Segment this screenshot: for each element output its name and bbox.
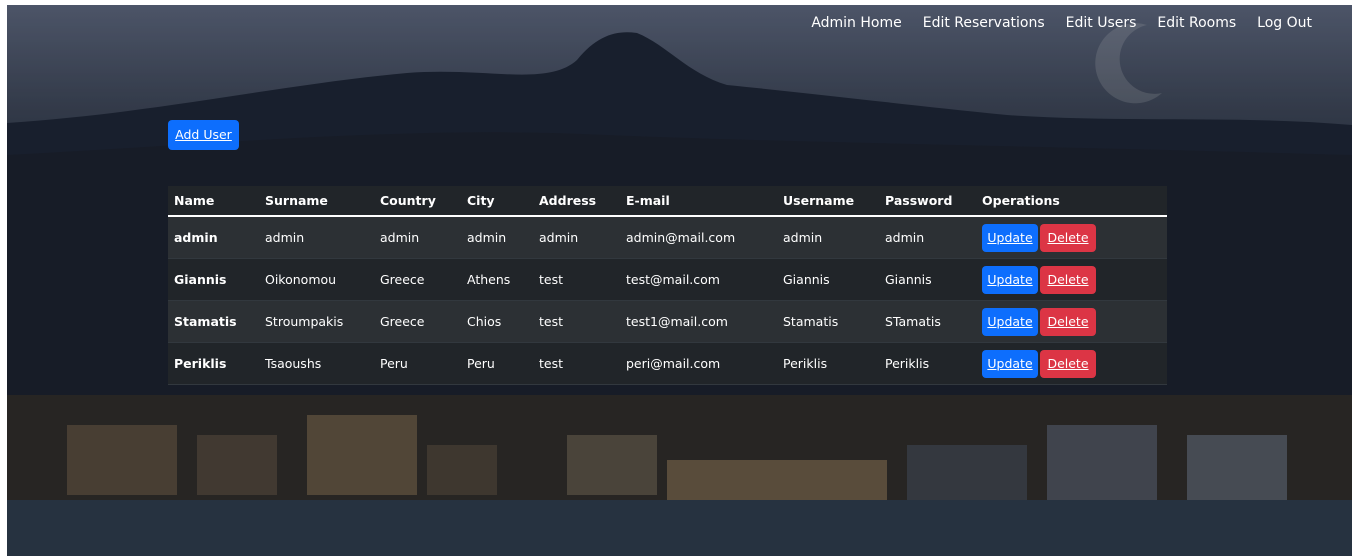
header-email: E-mail [620, 186, 777, 217]
cell-email: admin@mail.com [620, 216, 777, 259]
cell-name: admin [168, 216, 259, 259]
users-table: Name Surname Country City Address E-mail… [168, 186, 1167, 385]
cell-operations: Update Delete [976, 300, 1167, 343]
cell-surname: Tsaoushs [259, 342, 374, 385]
top-nav: Admin Home Edit Reservations Edit Users … [811, 14, 1312, 32]
header-operations: Operations [976, 186, 1167, 217]
cell-surname: Stroumpakis [259, 300, 374, 343]
delete-button[interactable]: Delete [1040, 349, 1096, 378]
nav-edit-users[interactable]: Edit Users [1066, 14, 1137, 32]
cell-city: Chios [461, 300, 533, 343]
cell-operations: Update Delete [976, 216, 1167, 259]
table-row: Giannis Oikonomou Greece Athens test tes… [168, 258, 1167, 301]
nav-log-out[interactable]: Log Out [1257, 14, 1312, 32]
cell-city: Athens [461, 258, 533, 301]
cell-email: test1@mail.com [620, 300, 777, 343]
header-password: Password [879, 186, 976, 217]
cell-address: admin [533, 216, 620, 259]
cell-name: Periklis [168, 342, 259, 385]
cell-password: Periklis [879, 342, 976, 385]
add-user-button[interactable]: Add User [168, 120, 239, 150]
cell-username: Giannis [777, 258, 879, 301]
cell-city: Peru [461, 342, 533, 385]
cell-country: Greece [374, 300, 461, 343]
table-row: Periklis Tsaoushs Peru Peru test peri@ma… [168, 342, 1167, 385]
cell-country: Peru [374, 342, 461, 385]
cell-name: Stamatis [168, 300, 259, 343]
update-button[interactable]: Update [982, 307, 1038, 336]
cell-password: STamatis [879, 300, 976, 343]
table-header-row: Name Surname Country City Address E-mail… [168, 186, 1167, 217]
cell-operations: Update Delete [976, 258, 1167, 301]
nav-admin-home[interactable]: Admin Home [811, 14, 901, 32]
cell-password: Giannis [879, 258, 976, 301]
header-address: Address [533, 186, 620, 217]
delete-button[interactable]: Delete [1040, 223, 1096, 252]
cell-surname: admin [259, 216, 374, 259]
cell-city: admin [461, 216, 533, 259]
header-surname: Surname [259, 186, 374, 217]
cell-password: admin [879, 216, 976, 259]
update-button[interactable]: Update [982, 223, 1038, 252]
header-country: Country [374, 186, 461, 217]
delete-button[interactable]: Delete [1040, 307, 1096, 336]
cell-name: Giannis [168, 258, 259, 301]
cell-country: admin [374, 216, 461, 259]
header-username: Username [777, 186, 879, 217]
header-city: City [461, 186, 533, 217]
nav-edit-reservations[interactable]: Edit Reservations [923, 14, 1045, 32]
cell-operations: Update Delete [976, 342, 1167, 385]
table-row: admin admin admin admin admin admin@mail… [168, 216, 1167, 259]
nav-edit-rooms[interactable]: Edit Rooms [1157, 14, 1236, 32]
update-button[interactable]: Update [982, 265, 1038, 294]
cell-email: peri@mail.com [620, 342, 777, 385]
cell-username: admin [777, 216, 879, 259]
table-row: Stamatis Stroumpakis Greece Chios test t… [168, 300, 1167, 343]
delete-button[interactable]: Delete [1040, 265, 1096, 294]
cell-username: Stamatis [777, 300, 879, 343]
cell-country: Greece [374, 258, 461, 301]
cell-surname: Oikonomou [259, 258, 374, 301]
header-name: Name [168, 186, 259, 217]
cell-username: Periklis [777, 342, 879, 385]
cell-address: test [533, 342, 620, 385]
cell-address: test [533, 258, 620, 301]
update-button[interactable]: Update [982, 349, 1038, 378]
cell-address: test [533, 300, 620, 343]
cell-email: test@mail.com [620, 258, 777, 301]
